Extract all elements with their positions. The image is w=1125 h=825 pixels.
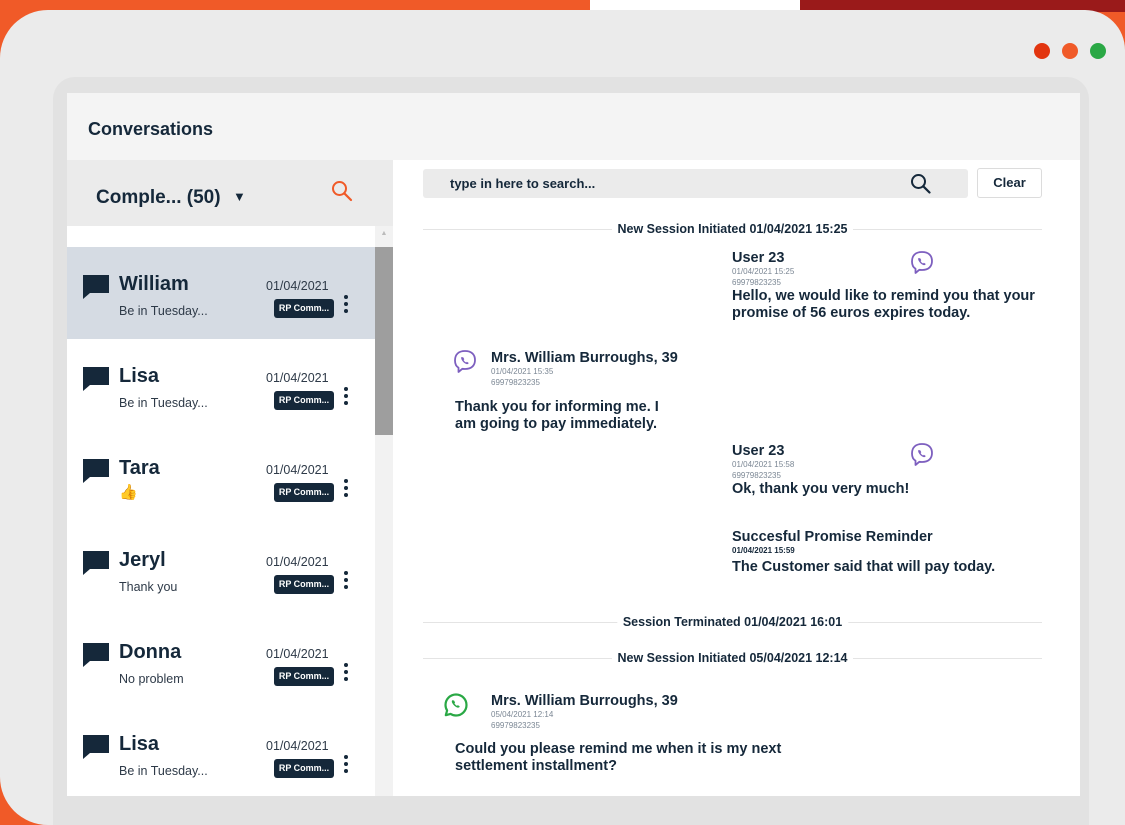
message-phone: 69979823235	[732, 471, 781, 480]
message-phone: 69979823235	[732, 278, 781, 287]
maximize-dot[interactable]	[1090, 43, 1106, 59]
message-text: Thank you for informing me. I am going t…	[455, 399, 659, 432]
conversation-item[interactable]: Lisa 01/04/2021 Be in Tuesday... RP Comm…	[67, 339, 375, 431]
close-dot[interactable]	[1034, 43, 1050, 59]
chat-bubble-icon	[83, 367, 109, 391]
window-controls	[1034, 43, 1106, 59]
scroll-up-arrow-icon[interactable]: ▲	[375, 230, 393, 237]
message: User 23 01/04/2021 15:25 69979823235 Hel…	[732, 250, 1042, 322]
message-text: Hello, we would like to remind you that …	[732, 288, 1035, 321]
conversation-item[interactable]: Tara 01/04/2021 👍 RP Comm...	[67, 431, 375, 523]
system-message: Succesful Promise Reminder 01/04/2021 15…	[732, 529, 1042, 576]
page-title: Conversations	[67, 93, 1080, 160]
more-options-icon[interactable]	[341, 387, 351, 411]
more-options-icon[interactable]	[341, 295, 351, 319]
viber-icon	[911, 443, 933, 466]
viber-icon	[911, 251, 933, 274]
scrollbar-thumb[interactable]	[375, 247, 393, 435]
clear-button[interactable]: Clear	[977, 168, 1042, 198]
session-label: Session Terminated 01/04/2021 16:01	[616, 615, 849, 629]
status-badge: RP Comm...	[274, 391, 334, 410]
search-icon[interactable]	[910, 173, 931, 194]
last-message-preview: Be in Tuesday...	[119, 304, 208, 318]
search-icon[interactable]	[331, 180, 353, 202]
session-divider: Session Terminated 01/04/2021 16:01	[423, 615, 1042, 631]
message-sender: Mrs. William Burroughs, 39	[491, 350, 678, 366]
message-time: 01/04/2021 15:58	[732, 460, 795, 469]
last-message-preview: No problem	[119, 672, 184, 686]
conversation-date: 01/04/2021	[266, 739, 329, 753]
message-time: 01/04/2021 15:25	[732, 267, 795, 276]
chat-bubble-icon	[83, 643, 109, 667]
conversation-item[interactable]: Donna 01/04/2021 No problem RP Comm...	[67, 615, 375, 707]
chat-bubble-icon	[83, 735, 109, 759]
conversation-item[interactable]: Lisa 01/04/2021 Be in Tuesday... RP Comm…	[67, 707, 375, 796]
session-divider: New Session Initiated 05/04/2021 12:14	[423, 651, 1042, 667]
message-header: Mrs. William Burroughs, 39 05/04/2021 12…	[491, 693, 751, 731]
chevron-down-icon[interactable]: ▼	[233, 189, 246, 204]
last-message-preview: Thank you	[119, 580, 178, 594]
conversation-date: 01/04/2021	[266, 463, 329, 477]
contact-name: William	[119, 273, 189, 295]
status-filter-dropdown[interactable]: Comple... (50)	[96, 187, 221, 209]
session-divider: New Session Initiated 01/04/2021 15:25	[423, 222, 1042, 238]
message-phone: 69979823235	[491, 378, 540, 387]
message-time: 01/04/2021 15:59	[732, 546, 795, 555]
message-search-input[interactable]: type in here to search...	[423, 169, 968, 198]
sidebar-scrollbar[interactable]: ▲	[375, 226, 393, 796]
message-phone: 69979823235	[491, 721, 540, 730]
conversation-list: William 01/04/2021 Be in Tuesday... RP C…	[67, 226, 375, 796]
status-badge: RP Comm...	[274, 575, 334, 594]
whatsapp-icon	[444, 693, 468, 717]
contact-name: Lisa	[119, 733, 160, 755]
conversation-sidebar: Comple... (50) ▼ William 01/04/2021 Be i…	[67, 160, 393, 796]
message-sender: Mrs. William Burroughs, 39	[491, 693, 678, 709]
status-badge: RP Comm...	[274, 483, 334, 502]
message-text: The Customer said that will pay today.	[732, 559, 996, 575]
more-options-icon[interactable]	[341, 571, 351, 595]
message-time: 05/04/2021 12:14	[491, 710, 554, 719]
more-options-icon[interactable]	[341, 479, 351, 503]
conversations-window: Conversations Comple... (50) ▼ William 0…	[67, 93, 1080, 796]
message: User 23 01/04/2021 15:58 69979823235 Ok,…	[732, 443, 1042, 498]
message-sender: Succesful Promise Reminder	[732, 529, 933, 545]
message-text: Ok, thank you very much!	[732, 481, 910, 497]
conversation-date: 01/04/2021	[266, 555, 329, 569]
more-options-icon[interactable]	[341, 755, 351, 779]
message-header: Mrs. William Burroughs, 39 01/04/2021 15…	[491, 350, 751, 388]
conversation-item[interactable]: Jeryl 01/04/2021 Thank you RP Comm...	[67, 523, 375, 615]
message-text: Could you please remind me when it is my…	[455, 741, 782, 774]
session-label: New Session Initiated 05/04/2021 12:14	[611, 651, 854, 665]
conversation-date: 01/04/2021	[266, 279, 329, 293]
conversation-date: 01/04/2021	[266, 647, 329, 661]
contact-name: Donna	[119, 641, 182, 663]
session-label: New Session Initiated 01/04/2021 15:25	[611, 222, 854, 236]
contact-name: Lisa	[119, 365, 160, 387]
chat-bubble-icon	[83, 459, 109, 483]
chat-bubble-icon	[83, 275, 109, 299]
conversation-date: 01/04/2021	[266, 371, 329, 385]
status-badge: RP Comm...	[274, 759, 334, 778]
minimize-dot[interactable]	[1062, 43, 1078, 59]
conversation-item[interactable]: William 01/04/2021 Be in Tuesday... RP C…	[67, 247, 375, 339]
filter-bar: Comple... (50) ▼	[67, 160, 393, 226]
search-placeholder: type in here to search...	[450, 176, 596, 191]
message-time: 01/04/2021 15:35	[491, 367, 554, 376]
message-sender: User 23	[732, 250, 785, 266]
chat-bubble-icon	[83, 551, 109, 575]
last-message-preview: Be in Tuesday...	[119, 396, 208, 410]
more-options-icon[interactable]	[341, 663, 351, 687]
last-message-preview: Be in Tuesday...	[119, 764, 208, 778]
message-sender: User 23	[732, 443, 785, 459]
contact-name: Tara	[119, 457, 160, 479]
status-badge: RP Comm...	[274, 299, 334, 318]
viber-icon	[454, 350, 476, 373]
chat-panel: type in here to search... Clear New Sess…	[393, 160, 1080, 796]
thumbs-up-icon: 👍	[119, 484, 138, 501]
status-badge: RP Comm...	[274, 667, 334, 686]
contact-name: Jeryl	[119, 549, 166, 571]
